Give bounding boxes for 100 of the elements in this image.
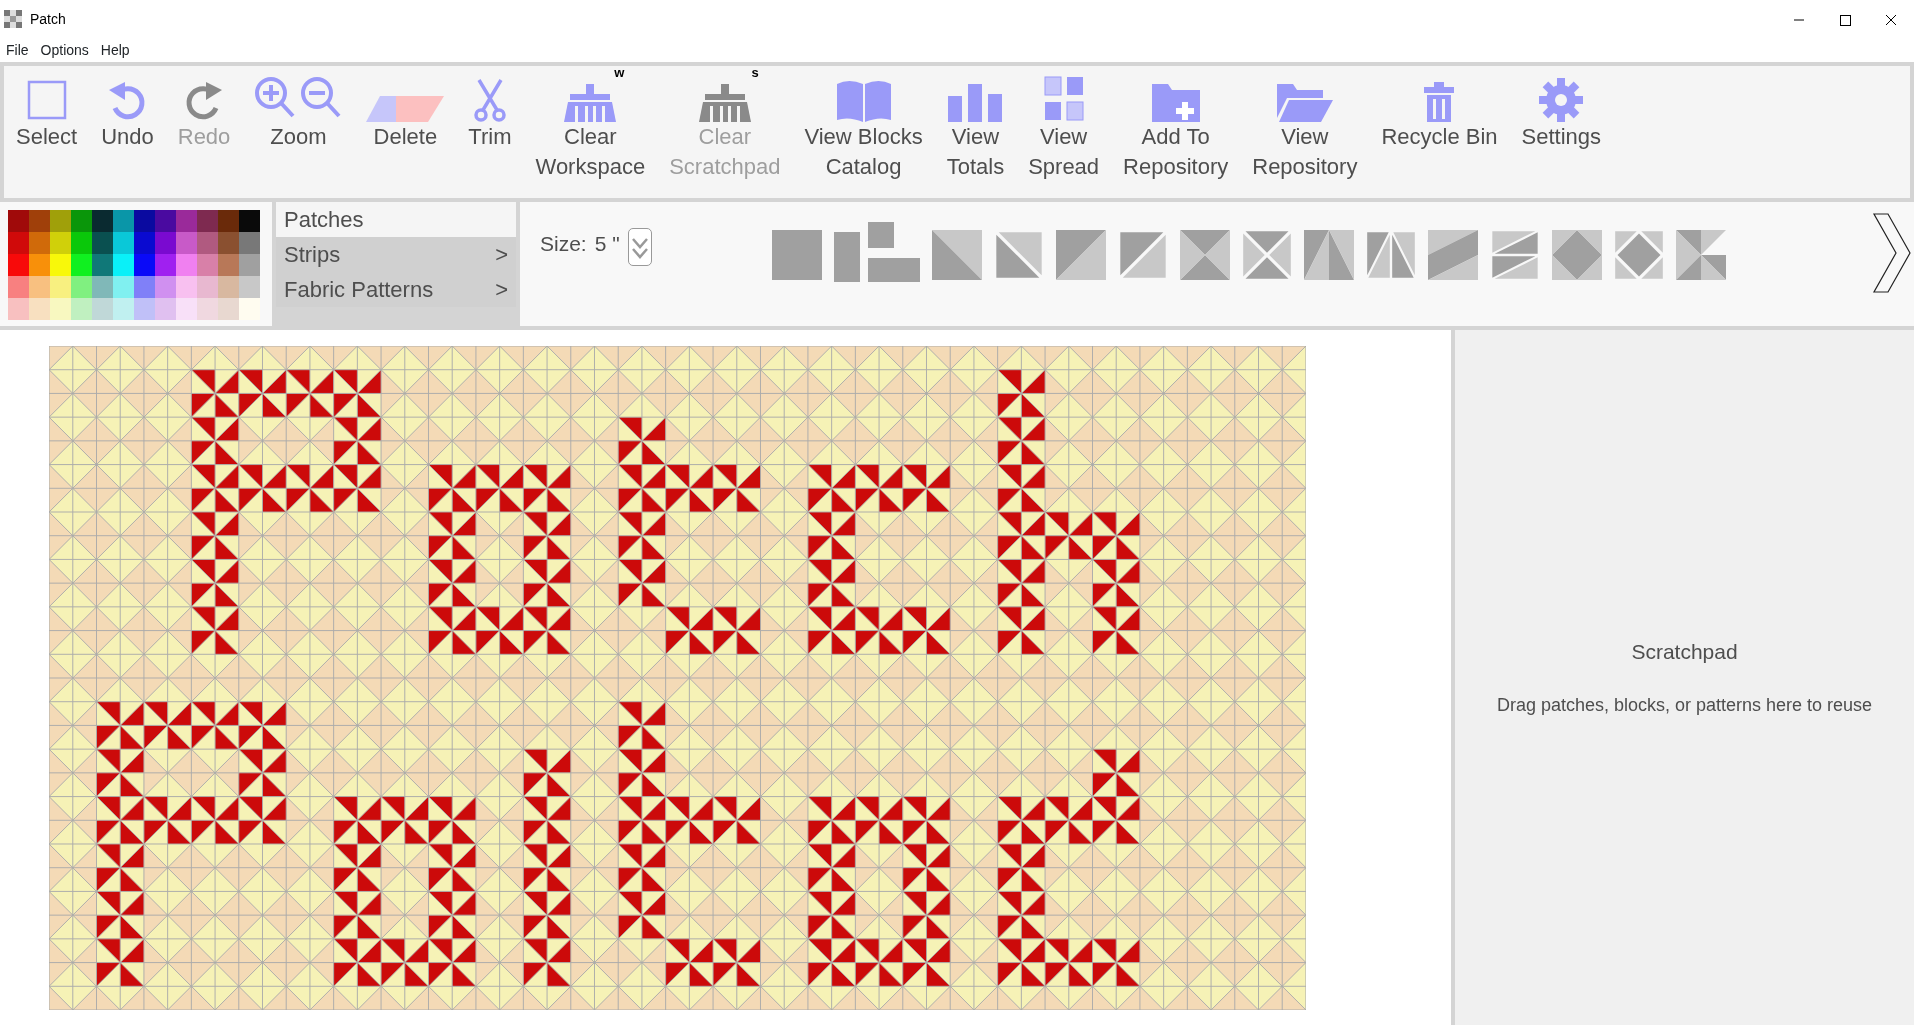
patch-shape-icon[interactable]	[833, 222, 920, 282]
trash-icon	[1422, 82, 1457, 122]
toolbar-button[interactable]: View Repository	[1252, 74, 1358, 190]
patch-shape-icon[interactable]	[771, 230, 822, 280]
color-swatch[interactable]	[239, 298, 260, 320]
patch-shape-icon[interactable]	[1241, 230, 1292, 280]
color-swatch[interactable]	[155, 276, 176, 298]
color-swatch[interactable]	[176, 254, 197, 276]
color-swatch[interactable]	[71, 254, 92, 276]
color-swatch[interactable]	[239, 232, 260, 254]
toolbar-button[interactable]: Recycle Bin	[1381, 74, 1498, 190]
scroll-right-chevron-icon[interactable]	[1872, 212, 1912, 294]
color-swatch[interactable]	[197, 232, 218, 254]
toolbar-button[interactable]: Undo	[101, 74, 154, 190]
color-swatch[interactable]	[176, 276, 197, 298]
color-swatch[interactable]	[92, 210, 113, 232]
color-swatch[interactable]	[218, 210, 239, 232]
color-swatch[interactable]	[155, 210, 176, 232]
color-swatch[interactable]	[218, 232, 239, 254]
patch-shape-icon[interactable]	[1303, 230, 1354, 280]
category-tab[interactable]: Patches	[276, 202, 516, 237]
patch-shape-icon[interactable]	[1551, 230, 1602, 280]
toolbar-button[interactable]: Trim	[468, 74, 512, 190]
color-swatch[interactable]	[155, 298, 176, 320]
patch-shape-icon[interactable]	[1365, 230, 1416, 280]
color-swatch[interactable]	[218, 276, 239, 298]
color-swatch[interactable]	[197, 210, 218, 232]
patch-shape-icon[interactable]	[1613, 230, 1664, 280]
color-swatch[interactable]	[197, 298, 218, 320]
color-swatch[interactable]	[134, 232, 155, 254]
color-swatch[interactable]	[71, 276, 92, 298]
toolbar-button[interactable]: View Spread	[1028, 74, 1100, 190]
color-swatch[interactable]	[92, 276, 113, 298]
size-dropdown-button[interactable]	[627, 228, 652, 266]
color-swatch[interactable]	[29, 210, 50, 232]
color-swatch[interactable]	[113, 276, 134, 298]
color-swatch[interactable]	[218, 298, 239, 320]
toolbar-button[interactable]: Delete	[366, 74, 445, 190]
color-swatch[interactable]	[8, 298, 29, 320]
color-swatch[interactable]	[29, 254, 50, 276]
color-swatch[interactable]	[71, 232, 92, 254]
patch-shape-icon[interactable]	[1055, 230, 1106, 280]
toolbar-button[interactable]: Add To Repository	[1123, 74, 1229, 190]
color-swatch[interactable]	[50, 298, 71, 320]
color-swatch[interactable]	[8, 254, 29, 276]
color-swatch[interactable]	[239, 254, 260, 276]
color-swatch[interactable]	[134, 254, 155, 276]
app-icon	[4, 10, 22, 28]
book-icon	[834, 78, 893, 122]
color-swatch[interactable]	[29, 232, 50, 254]
color-swatch[interactable]	[50, 276, 71, 298]
toolbar-button[interactable]: Select	[16, 74, 78, 190]
color-swatch[interactable]	[8, 232, 29, 254]
patch-shape-icon[interactable]	[1489, 230, 1540, 280]
color-swatch[interactable]	[218, 254, 239, 276]
color-swatch[interactable]	[113, 254, 134, 276]
color-swatch[interactable]	[113, 232, 134, 254]
patch-shape-icon[interactable]	[931, 230, 982, 280]
color-swatch[interactable]	[155, 232, 176, 254]
toolbar-button[interactable]: View Totals	[946, 74, 1005, 190]
color-swatch[interactable]	[8, 276, 29, 298]
color-swatch[interactable]	[71, 298, 92, 320]
menu-item[interactable]: Options	[34, 39, 95, 61]
color-swatch[interactable]	[239, 276, 260, 298]
color-swatch[interactable]	[176, 298, 197, 320]
color-swatch[interactable]	[155, 254, 176, 276]
color-swatch[interactable]	[8, 210, 29, 232]
color-swatch[interactable]	[197, 254, 218, 276]
patch-shape-icon[interactable]	[1427, 230, 1478, 280]
color-swatch[interactable]	[134, 276, 155, 298]
toolbar-button[interactable]: Settings	[1521, 74, 1602, 190]
color-swatch[interactable]	[92, 298, 113, 320]
color-swatch[interactable]	[239, 210, 260, 232]
menu-item[interactable]: File	[0, 39, 35, 61]
color-swatch[interactable]	[134, 210, 155, 232]
color-swatch[interactable]	[29, 298, 50, 320]
color-swatch[interactable]	[29, 276, 50, 298]
color-swatch[interactable]	[92, 254, 113, 276]
color-swatch[interactable]	[113, 298, 134, 320]
color-swatch[interactable]	[113, 210, 134, 232]
color-swatch[interactable]	[197, 276, 218, 298]
folder-icon	[1276, 82, 1333, 122]
patch-shape-icon[interactable]	[1675, 230, 1726, 280]
toolbar-button[interactable]: Zoom	[254, 74, 343, 190]
patch-shape-icon[interactable]	[1117, 230, 1168, 280]
color-swatch[interactable]	[176, 210, 197, 232]
category-tab[interactable]: Strips >	[276, 237, 516, 272]
broom-icon	[696, 82, 753, 122]
patch-shape-icon[interactable]	[993, 230, 1044, 280]
color-swatch[interactable]	[71, 210, 92, 232]
color-swatch[interactable]	[176, 232, 197, 254]
menu-item[interactable]: Help	[94, 39, 136, 61]
color-swatch[interactable]	[134, 298, 155, 320]
category-tab[interactable]: Fabric Patterns >	[276, 272, 516, 307]
color-swatch[interactable]	[50, 232, 71, 254]
toolbar-button[interactable]: View Blocks Catalog	[804, 74, 923, 190]
color-swatch[interactable]	[92, 232, 113, 254]
patch-shape-icon[interactable]	[1179, 230, 1230, 280]
color-swatch[interactable]	[50, 254, 71, 276]
color-swatch[interactable]	[50, 210, 71, 232]
